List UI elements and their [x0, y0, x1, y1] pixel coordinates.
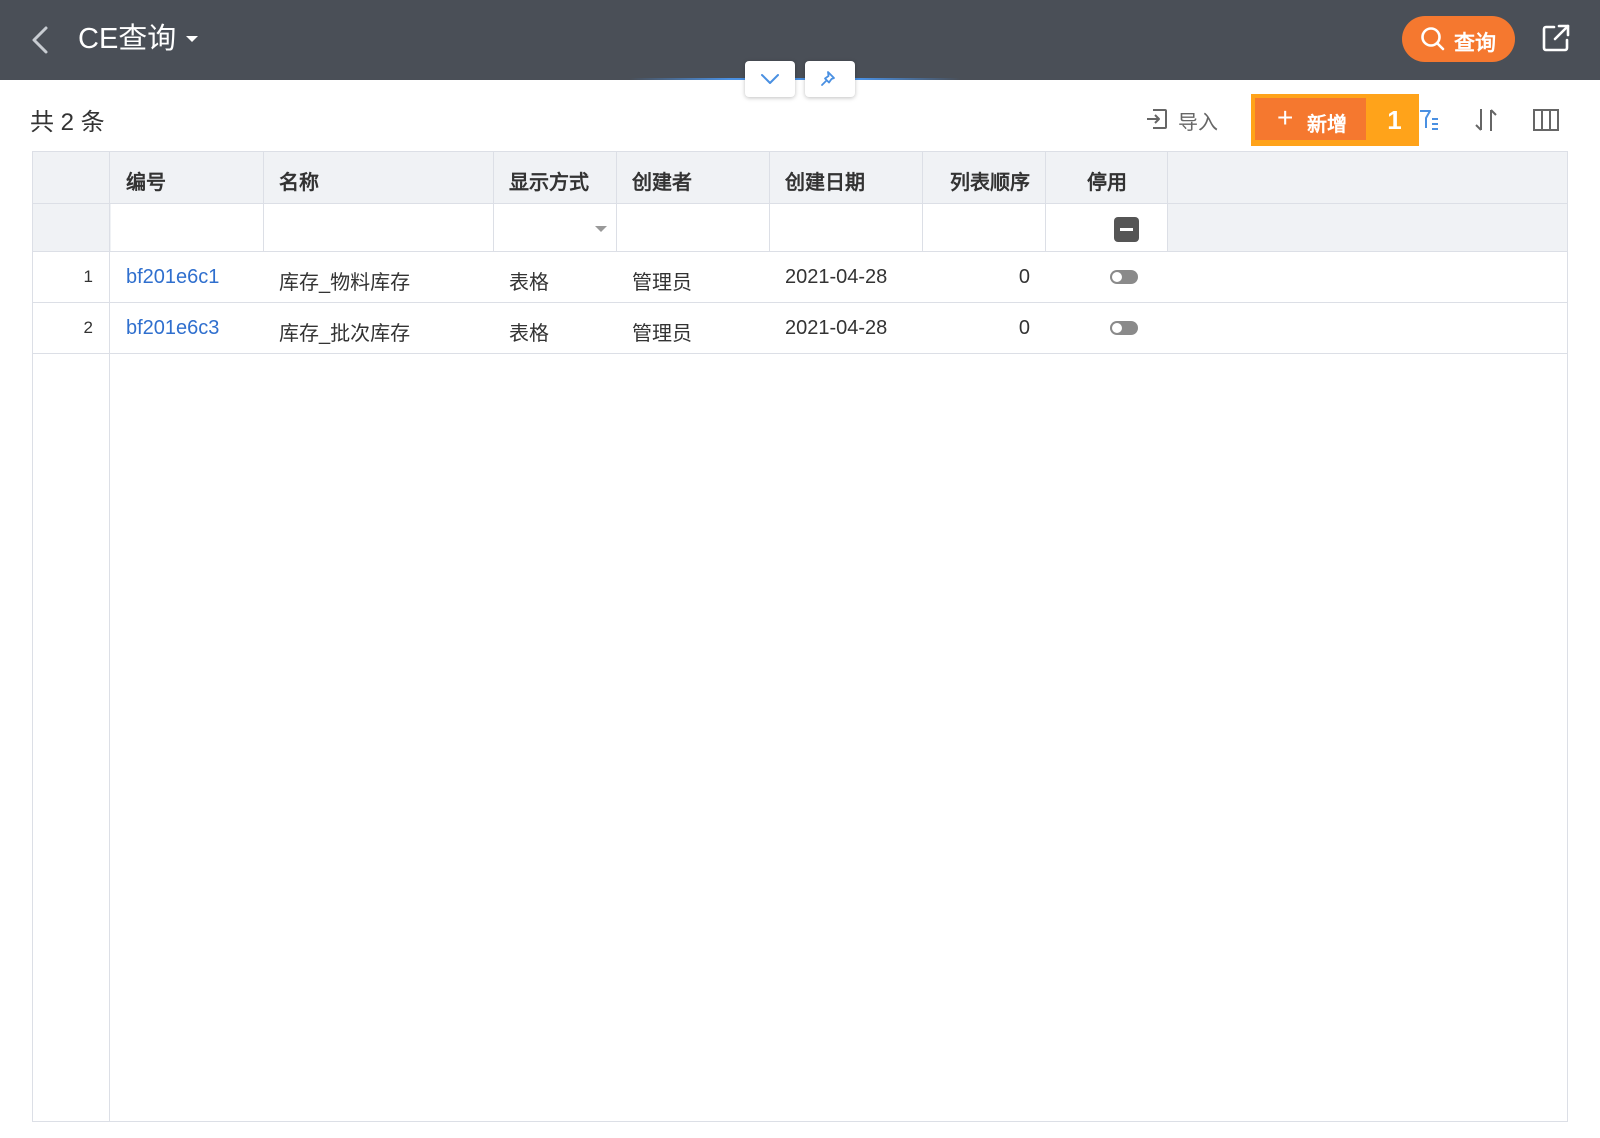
column-divider: [493, 152, 494, 252]
filter-creator-input[interactable]: [617, 204, 769, 251]
column-divider: [263, 152, 264, 252]
step-badge: 1: [1370, 94, 1419, 146]
record-order: 0: [1018, 317, 1030, 339]
record-display: 表格: [509, 272, 549, 294]
import-button-label: 导入: [1178, 112, 1218, 134]
filter-name-input[interactable]: [264, 204, 493, 251]
row-number-column: [33, 152, 110, 1121]
data-grid: 编号 名称 显示方式 创建者 创建日期 列表顺序 停用 1 bf201e6c1 …: [32, 151, 1568, 1122]
chevron-down-icon: [761, 74, 779, 84]
column-header-order[interactable]: 列表顺序: [950, 166, 1030, 195]
collapse-header-button[interactable]: [745, 61, 795, 97]
filter-date-input[interactable]: [770, 204, 922, 251]
caret-down-icon[interactable]: [186, 36, 198, 42]
table-row[interactable]: 1 bf201e6c1 库存_物料库存 表格 管理员 2021-04-28 0: [33, 252, 1567, 303]
import-icon: [1147, 109, 1167, 129]
caret-down-icon[interactable]: [595, 226, 607, 232]
record-date: 2021-04-28: [785, 266, 888, 288]
column-divider: [922, 152, 923, 252]
column-header-code[interactable]: 编号: [126, 166, 166, 195]
record-name: 库存_物料库存: [279, 272, 411, 294]
record-count: 共 2 条: [30, 109, 105, 136]
column-header-name[interactable]: 名称: [279, 166, 319, 195]
add-new-button[interactable]: + 新增: [1255, 98, 1366, 140]
record-name: 库存_批次库存: [279, 323, 411, 345]
query-button-label: 查询: [1454, 32, 1496, 55]
column-divider: [616, 152, 617, 252]
app-header: CE查询 查询: [0, 0, 1600, 80]
column-header-disabled[interactable]: 停用: [1087, 166, 1127, 195]
record-display: 表格: [509, 323, 549, 345]
new-button-highlight: + 新增: [1251, 94, 1370, 146]
filter-icon[interactable]: [1418, 106, 1446, 134]
pin-icon: [821, 71, 835, 86]
column-header-display[interactable]: 显示方式: [509, 166, 589, 195]
page-title[interactable]: CE查询: [78, 20, 176, 58]
columns-icon[interactable]: [1532, 106, 1560, 134]
disabled-toggle[interactable]: [1110, 321, 1138, 335]
add-new-button-label: 新增: [1307, 114, 1347, 136]
table-row[interactable]: 2 bf201e6c3 库存_批次库存 表格 管理员 2021-04-28 0: [33, 303, 1567, 354]
column-header-creator[interactable]: 创建者: [632, 166, 692, 195]
record-creator: 管理员: [632, 272, 692, 294]
record-date: 2021-04-28: [785, 317, 888, 339]
column-divider: [1045, 152, 1046, 252]
query-button[interactable]: 查询: [1402, 16, 1515, 62]
record-code-link[interactable]: bf201e6c1: [126, 266, 219, 289]
pin-header-button[interactable]: [805, 61, 855, 97]
share-icon[interactable]: [1540, 22, 1572, 54]
filter-disabled-cell: [1046, 204, 1167, 251]
record-code-link[interactable]: bf201e6c3: [126, 317, 219, 340]
column-divider: [1167, 152, 1168, 252]
filter-order-input[interactable]: [923, 204, 1045, 251]
record-order: 0: [1018, 266, 1030, 288]
tristate-checkbox[interactable]: [1114, 217, 1139, 242]
record-creator: 管理员: [632, 323, 692, 345]
plus-icon: +: [1277, 102, 1294, 133]
sort-icon[interactable]: [1472, 106, 1500, 134]
disabled-toggle[interactable]: [1110, 270, 1138, 284]
column-divider: [769, 152, 770, 252]
back-arrow-icon[interactable]: [26, 22, 56, 58]
column-header-date[interactable]: 创建日期: [785, 166, 865, 195]
filter-code-input[interactable]: [111, 204, 263, 251]
search-icon: [1421, 27, 1445, 51]
header-divider-accent: [630, 78, 960, 80]
